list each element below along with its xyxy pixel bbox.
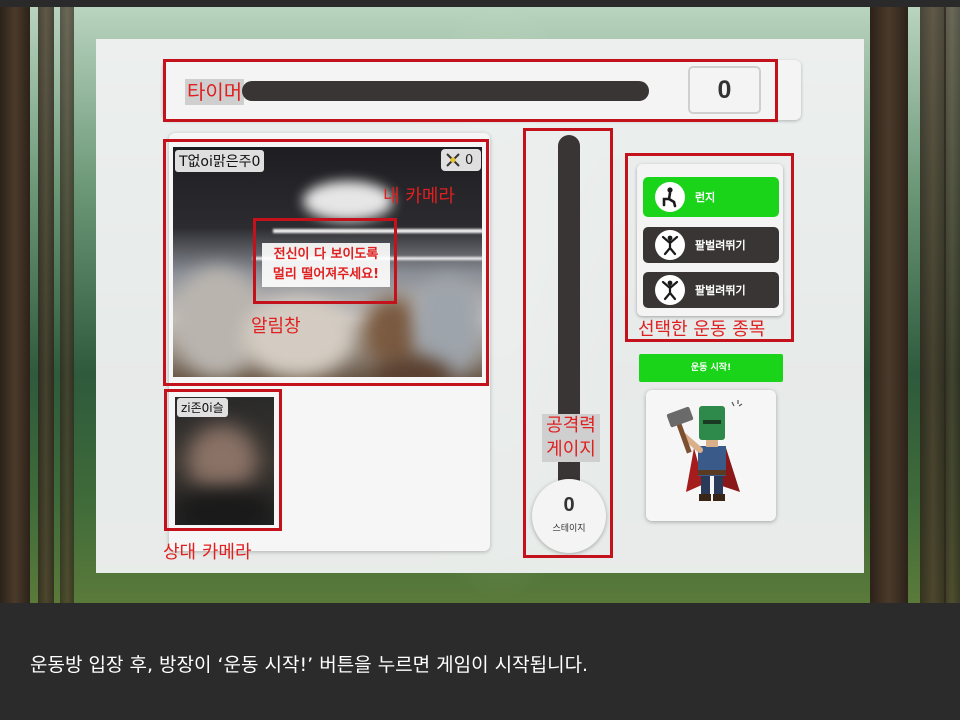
character-card	[646, 390, 776, 521]
timer-highlight	[163, 59, 778, 122]
opponent-camera-annotation: 상대 카메라	[163, 542, 252, 563]
caption-text: 운동방 입장 후, 방장이 ‘운동 시작!’ 버튼을 누르면 게임이 시작됩니다…	[30, 654, 589, 676]
knight-character-icon	[666, 400, 743, 501]
exercise-highlight	[625, 153, 794, 342]
opponent-camera-highlight	[164, 389, 282, 531]
top-bar	[0, 0, 960, 7]
gauge-highlight	[523, 128, 613, 558]
exercise-annotation: 선택한 운동 종목	[638, 319, 766, 340]
start-exercise-button[interactable]: 운동 시작!	[639, 354, 783, 382]
my-camera-highlight	[163, 139, 489, 386]
